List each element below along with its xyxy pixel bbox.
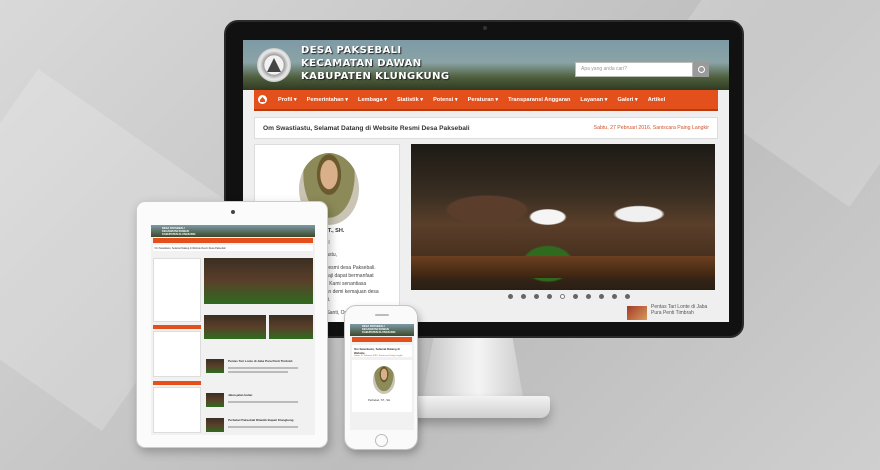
phone-site-header: DESA PAKSEBALI KECAMATAN DAWAN KABUPATEN… bbox=[350, 324, 414, 336]
nav-item-peraturan[interactable]: Peraturan ▾ bbox=[468, 97, 498, 103]
mini-news-title[interactable]: Pentas Tari Lonte di Jaba Pura Penti Tim… bbox=[228, 359, 292, 363]
phone-title-line: KABUPATEN KLUNGKUNG bbox=[362, 331, 396, 334]
mini-news-title[interactable]: Perbekel Paksebali Dilantik Bupati Klung… bbox=[228, 418, 294, 422]
mini-gallery[interactable] bbox=[269, 315, 313, 339]
mini-widget bbox=[153, 331, 201, 377]
phone-screen: DESA PAKSEBALI KECAMATAN DAWAN KABUPATEN… bbox=[350, 324, 414, 430]
nav-item-profil[interactable]: Profil ▾ bbox=[278, 97, 297, 103]
phone-welcome-date: Sabtu, 27 Pebruari 2016, Saniscara Paing… bbox=[354, 355, 403, 357]
phone-welcome-text: Om Swastiastu, Selamat Datang di Website bbox=[354, 347, 400, 355]
slider-dot[interactable] bbox=[547, 294, 552, 299]
site-header: DESA PAKSEBALI KECAMATAN DAWAN KABUPATEN… bbox=[243, 40, 729, 90]
phone-speaker bbox=[375, 314, 389, 316]
nav-item-pemerintahan[interactable]: Pemerintahan ▾ bbox=[307, 97, 348, 103]
welcome-text: Om Swastiastu, Selamat Datang di Website… bbox=[263, 124, 470, 132]
mini-news-thumb[interactable] bbox=[206, 359, 224, 373]
tablet-screen: DESA PAKSEBALI KECAMATAN DAWAN KABUPATEN… bbox=[151, 225, 315, 435]
search-icon[interactable] bbox=[693, 62, 709, 77]
monitor-base bbox=[400, 396, 550, 418]
welcome-bar: Om Swastiastu, Selamat Datang di Website… bbox=[254, 117, 718, 139]
phone-profile-name: Perbekel, ST., SH. bbox=[368, 398, 391, 402]
mini-gallery[interactable] bbox=[204, 315, 266, 339]
mini-welcome: Om Swastiastu, Selamat Datang di Website… bbox=[153, 245, 313, 251]
site-title-line: KABUPATEN KLUNGKUNG bbox=[301, 71, 450, 82]
news-thumbnail[interactable] bbox=[627, 306, 647, 320]
slider-dot[interactable] bbox=[573, 294, 578, 299]
slider-dots bbox=[508, 294, 630, 299]
home-icon[interactable] bbox=[258, 95, 267, 104]
mini-news-title[interactable]: Jalan-jalan bulan bbox=[228, 393, 252, 397]
mini-text-line bbox=[228, 401, 298, 403]
nav-item-galeri[interactable]: Galeri ▾ bbox=[617, 97, 637, 103]
mini-text-line bbox=[228, 426, 298, 428]
slider-dot[interactable] bbox=[521, 294, 526, 299]
mini-widget bbox=[153, 387, 201, 433]
camera-icon bbox=[483, 26, 487, 30]
slider-photo-detail bbox=[411, 256, 715, 278]
site-title: DESA PAKSEBALI KECAMATAN DAWAN KABUPATEN… bbox=[301, 44, 449, 83]
mini-slider[interactable] bbox=[204, 258, 313, 304]
mini-news-thumb[interactable] bbox=[206, 418, 224, 432]
news-title[interactable]: Pentas Tari Lonte di Jaba Pura Penti Tim… bbox=[651, 304, 717, 316]
mini-nav[interactable] bbox=[153, 238, 313, 243]
slider-dot[interactable] bbox=[586, 294, 591, 299]
main-nav: Profil ▾ Pemerintahan ▾ Lembaga ▾ Statis… bbox=[254, 90, 718, 111]
mini-text-line bbox=[228, 367, 298, 369]
monitor-stand bbox=[422, 338, 524, 400]
mini-profile-card bbox=[153, 258, 201, 322]
mini-section-bar bbox=[153, 325, 201, 329]
camera-icon bbox=[231, 210, 235, 214]
slider-dot[interactable] bbox=[534, 294, 539, 299]
mini-title-line: KABUPATEN KLUNGKUNG bbox=[162, 233, 196, 236]
mini-site-header: DESA PAKSEBALI KECAMATAN DAWAN KABUPATEN… bbox=[151, 225, 315, 237]
mini-news-thumb[interactable] bbox=[206, 393, 224, 407]
nav-item-artikel[interactable]: Artikel bbox=[648, 97, 665, 103]
site-title-line: DESA PAKSEBALI bbox=[301, 45, 402, 56]
nav-item-layanan[interactable]: Layanan ▾ bbox=[580, 97, 607, 103]
slider-dot[interactable] bbox=[560, 294, 565, 299]
mini-text-line bbox=[228, 371, 288, 373]
mini-section-bar bbox=[153, 381, 201, 385]
phone-welcome: Om Swastiastu, Selamat Datang di Website… bbox=[352, 345, 412, 357]
phone-nav[interactable] bbox=[352, 337, 412, 342]
site-title-line: KECAMATAN DAWAN bbox=[301, 58, 422, 69]
klungkung-seal-logo[interactable] bbox=[257, 48, 291, 82]
tablet-device: DESA PAKSEBALI KECAMATAN DAWAN KABUPATEN… bbox=[136, 201, 328, 448]
nav-item-statistik[interactable]: Statistik ▾ bbox=[397, 97, 423, 103]
phone-title: DESA PAKSEBALI KECAMATAN DAWAN KABUPATEN… bbox=[362, 325, 395, 334]
phone-profile-photo bbox=[373, 366, 395, 394]
slider-dot[interactable] bbox=[508, 294, 513, 299]
welcome-date: Sabtu, 27 Pebruari 2016, Saniscara Paing… bbox=[593, 125, 709, 131]
phone-profile-card: Perbekel, ST., SH. bbox=[352, 360, 412, 412]
photo-slider[interactable] bbox=[411, 144, 715, 290]
nav-item-lembaga[interactable]: Lembaga ▾ bbox=[358, 97, 387, 103]
slider-dot[interactable] bbox=[612, 294, 617, 299]
slider-dot[interactable] bbox=[599, 294, 604, 299]
home-button-icon[interactable] bbox=[375, 434, 388, 447]
search-input[interactable]: Apa yang anda cari? bbox=[575, 62, 693, 77]
mini-title: DESA PAKSEBALI KECAMATAN DAWAN KABUPATEN… bbox=[162, 227, 195, 236]
nav-item-transparansi[interactable]: Transparansi Anggaran bbox=[508, 97, 570, 103]
phone-device: DESA PAKSEBALI KECAMATAN DAWAN KABUPATEN… bbox=[344, 305, 418, 450]
nav-item-potensi[interactable]: Potensi ▾ bbox=[433, 97, 458, 103]
slider-dot[interactable] bbox=[625, 294, 630, 299]
